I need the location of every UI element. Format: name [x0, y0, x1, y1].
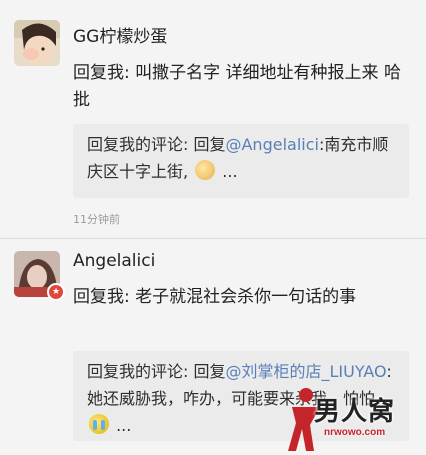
- star-badge-icon: ★: [47, 283, 65, 301]
- watermark-text: 男人窝: [314, 397, 396, 427]
- watermark-url: nrwowo.com: [324, 427, 386, 438]
- reply-text: 回复我: 老子就混社会杀你一句话的事: [73, 287, 357, 307]
- timestamp: 11分钟前: [73, 213, 120, 226]
- quote-ellipsis: ...: [222, 162, 238, 181]
- username[interactable]: Angelalici: [73, 251, 155, 271]
- mention-link[interactable]: @Angelalici: [225, 135, 318, 154]
- comment-item: GG柠檬炒蛋 回复我: 叫撒子名字 详细地址有种报上来 哈批 回复我的评论: 回…: [0, 0, 426, 238]
- quote-ellipsis: ...: [116, 416, 132, 435]
- username[interactable]: GG柠檬炒蛋: [73, 22, 167, 47]
- avatar[interactable]: [14, 20, 60, 66]
- quote-prefix: 回复我的评论: 回复: [87, 135, 226, 154]
- quoted-comment[interactable]: 回复我的评论: 回复@Angelalici:南充市顺庆区十字上街, ...: [73, 124, 409, 198]
- hand-emoji-icon: [195, 160, 216, 180]
- reply-text: 回复我: 叫撒子名字 详细地址有种报上来 哈批: [73, 63, 401, 110]
- crying-emoji-icon: [89, 414, 109, 434]
- site-watermark: 男人窝 nrwowo.com: [284, 385, 422, 453]
- quote-prefix: 回复我的评论: 回复: [87, 362, 226, 381]
- mention-link[interactable]: @刘掌柜的店_LIUYAO: [225, 362, 386, 381]
